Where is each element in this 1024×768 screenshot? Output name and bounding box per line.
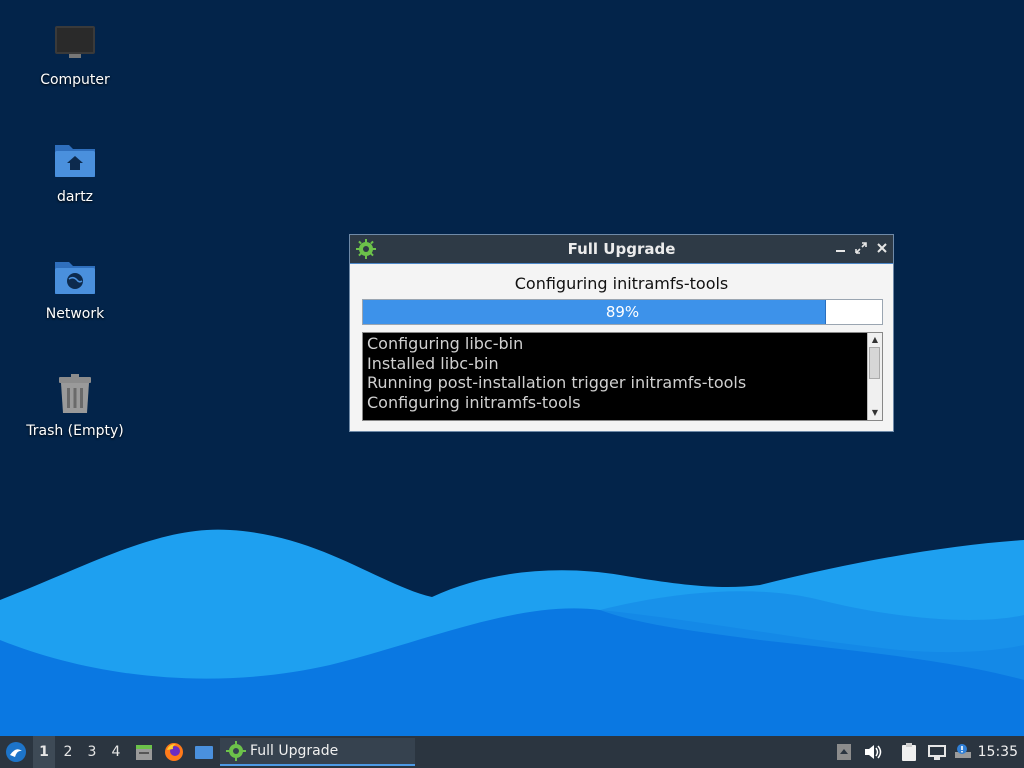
desktop-icon-computer[interactable]: Computer <box>20 20 130 88</box>
firefox-launcher[interactable] <box>163 736 185 768</box>
file-manager-icon <box>136 745 152 760</box>
update-notifier-icon <box>955 744 971 758</box>
clipboard-icon <box>902 743 916 761</box>
log-line: Installed libc-bin <box>367 353 499 373</box>
maximize-icon <box>855 242 867 254</box>
workspace-2[interactable]: 2 <box>57 736 79 768</box>
gear-icon <box>226 741 246 761</box>
desktop-icon-home[interactable]: dartz <box>20 137 130 205</box>
scroll-up-arrow-icon[interactable]: ▲ <box>868 333 882 347</box>
show-desktop-launcher[interactable] <box>193 736 215 768</box>
firefox-icon <box>165 743 183 761</box>
desktop-icon-network[interactable]: Network <box>20 254 130 322</box>
workspace-1[interactable]: 1 <box>33 736 55 768</box>
log-line: Running post-installation trigger initra… <box>367 373 747 392</box>
maximize-button[interactable] <box>852 239 870 257</box>
log-scrollbar[interactable]: ▲ ▼ <box>867 333 882 420</box>
status-text: Configuring initramfs-tools <box>514 274 729 293</box>
desktop-icon-label: dartz <box>56 189 94 205</box>
minimize-button[interactable] <box>832 239 850 257</box>
network-icon <box>928 745 946 760</box>
minimize-icon <box>836 250 845 252</box>
workspace-3[interactable]: 3 <box>81 736 103 768</box>
desktop-icon-trash[interactable]: Trash (Empty) <box>20 371 130 439</box>
taskbar-task-full-upgrade[interactable]: Full Upgrade <box>220 738 415 766</box>
workspace-4[interactable]: 4 <box>105 736 127 768</box>
start-menu-button[interactable] <box>4 736 28 768</box>
desktop-icon <box>195 746 213 759</box>
tray-show-hidden[interactable] <box>834 736 854 768</box>
network-folder-icon <box>55 262 95 294</box>
desktop-icon-label: Computer <box>40 72 110 88</box>
close-button[interactable] <box>873 239 891 257</box>
progress-label: 89% <box>605 303 640 321</box>
home-folder-icon <box>55 145 95 177</box>
scroll-down-arrow-icon[interactable]: ▼ <box>868 406 882 420</box>
task-label: Full Upgrade <box>250 743 339 759</box>
trash-icon <box>59 374 91 413</box>
arrow-up-icon <box>837 744 851 760</box>
desktop-icon-label: Trash (Empty) <box>26 423 124 439</box>
taskbar: 1 2 3 4 Full Upgrade 15:35 <box>0 736 1024 768</box>
scroll-thumb[interactable] <box>869 347 880 379</box>
desktop-icon-label: Network <box>45 306 105 322</box>
clock[interactable]: 15:35 <box>978 744 1018 760</box>
log-output[interactable]: Configuring libc-bin Installed libc-bin … <box>362 332 883 421</box>
tray-clipboard[interactable] <box>898 736 920 768</box>
dialog-title: Full Upgrade <box>567 240 676 258</box>
close-icon <box>877 243 887 253</box>
lubuntu-logo-icon <box>6 742 26 762</box>
tray-network[interactable] <box>926 736 948 768</box>
log-line: Configuring libc-bin <box>367 334 524 353</box>
volume-icon <box>865 745 882 759</box>
full-upgrade-dialog: Full Upgrade Configuring initramfs-tools… <box>349 234 894 432</box>
computer-icon <box>55 26 95 58</box>
dialog-titlebar[interactable]: Full Upgrade <box>350 235 893 264</box>
log-line: Configuring initramfs-tools <box>367 392 581 412</box>
tray-volume[interactable] <box>862 736 884 768</box>
file-manager-launcher[interactable] <box>133 736 155 768</box>
tray-update-notifier[interactable] <box>952 736 974 768</box>
progress-bar: 89% <box>362 299 883 325</box>
log-lines: Configuring libc-bin Installed libc-bin … <box>367 334 866 412</box>
